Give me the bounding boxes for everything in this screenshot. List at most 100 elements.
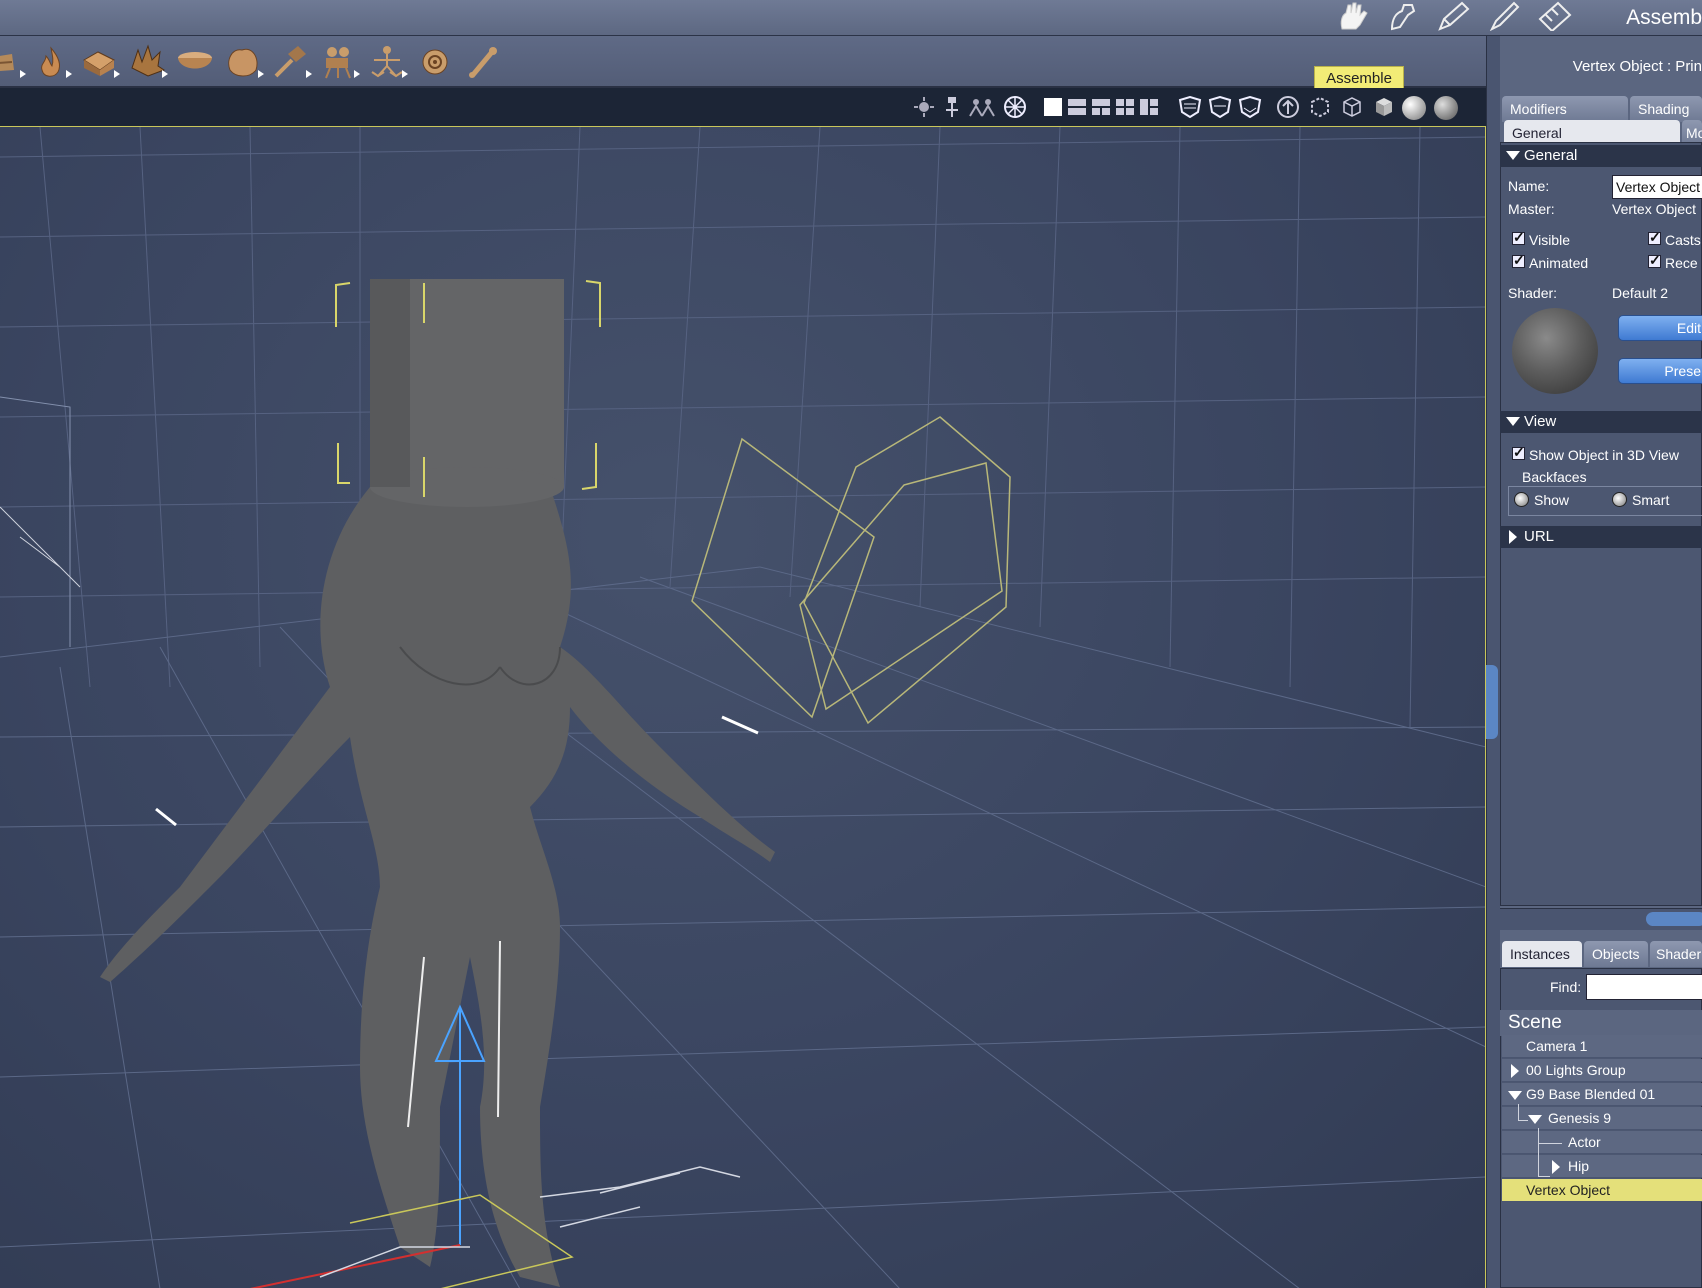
figure-icon[interactable] (368, 44, 408, 80)
tree-item-lights-group[interactable]: 00 Lights Group (1502, 1059, 1702, 1082)
show-in-3d-checkbox[interactable] (1512, 444, 1525, 461)
show-radio[interactable] (1514, 492, 1529, 507)
smooth-sphere-icon[interactable] (1402, 96, 1426, 120)
show-in-3d-label: Show Object in 3D View (1529, 447, 1679, 463)
tab-objects[interactable]: Objects (1584, 941, 1648, 967)
tree-item-camera[interactable]: Camera 1 (1502, 1035, 1702, 1058)
grid-toggle-icon[interactable] (1002, 96, 1028, 118)
url-section-header[interactable]: URL (1500, 526, 1702, 548)
name-field[interactable]: Vertex Object (1612, 175, 1702, 199)
pose-icon[interactable] (1386, 1, 1422, 31)
splitter-handle[interactable] (1486, 665, 1498, 739)
panel-splitter[interactable] (1486, 36, 1500, 1288)
expand-icon (1509, 530, 1517, 544)
tree-item-label: Hip (1568, 1158, 1590, 1174)
floor-grid (0, 566, 1485, 1288)
bbox-icon[interactable] (1308, 96, 1332, 118)
wire-cube-icon[interactable] (1340, 96, 1364, 118)
tree-item-label: Actor (1568, 1134, 1601, 1150)
tab-shaders[interactable]: Shader (1650, 941, 1702, 967)
edit-button[interactable]: Edit (1618, 315, 1702, 341)
room-bar: Assemb (0, 0, 1702, 36)
tree-item-label: 00 Lights Group (1526, 1062, 1626, 1078)
receives-label: Rece (1665, 255, 1698, 271)
master-label: Master: (1508, 201, 1555, 217)
partial-tool-icon[interactable] (0, 44, 26, 80)
layout-two-icon[interactable] (1068, 96, 1086, 118)
shield-1-icon[interactable] (1178, 96, 1202, 118)
layout-four-icon[interactable] (1116, 96, 1134, 118)
expand-icon[interactable] (1552, 1160, 1560, 1174)
tree-item-genesis-9[interactable]: Genesis 9 (1502, 1107, 1702, 1130)
wall-grid (0, 127, 1485, 728)
hand-icon[interactable] (1336, 1, 1372, 31)
tool-bar (0, 36, 1486, 88)
expand-icon[interactable] (1511, 1064, 1519, 1078)
texture-sphere-icon[interactable] (1434, 96, 1458, 120)
room-title[interactable]: Assemb (1626, 6, 1702, 30)
tab-modifiers[interactable]: Modifiers (1502, 96, 1628, 122)
3d-viewport[interactable] (0, 126, 1486, 1288)
scene-heading: Scene (1500, 1010, 1702, 1036)
tripod-icon[interactable] (942, 96, 962, 118)
bone-icon[interactable] (464, 44, 502, 80)
tree-item-g9-base[interactable]: G9 Base Blended 01 (1502, 1083, 1702, 1106)
explosion-icon[interactable] (128, 44, 168, 80)
pen-icon[interactable] (1436, 1, 1472, 31)
box-primitive-icon[interactable] (80, 44, 120, 80)
visible-label: Visible (1529, 232, 1570, 248)
tree-connector (1518, 1104, 1519, 1120)
receives-checkbox[interactable] (1648, 252, 1661, 269)
solid-cube-icon[interactable] (1372, 96, 1396, 118)
light-toggle-icon[interactable] (912, 96, 936, 118)
view-heading: View (1524, 413, 1557, 430)
room-icons (1336, 0, 1572, 32)
layout-three-icon[interactable] (1092, 96, 1110, 118)
tree-connector (1538, 1143, 1562, 1144)
tree-item-actor[interactable]: Actor (1502, 1131, 1702, 1154)
film-icon[interactable] (1536, 1, 1572, 31)
shader-preview[interactable] (1512, 308, 1598, 394)
tree-item-vertex-object[interactable]: Vertex Object (1502, 1179, 1702, 1202)
general-section-header[interactable]: General (1500, 145, 1702, 167)
layout-single-icon[interactable] (1044, 98, 1062, 116)
horizontal-splitter-handle[interactable] (1646, 912, 1702, 926)
animated-checkbox[interactable] (1512, 252, 1525, 269)
genesis-figure[interactable] (100, 487, 775, 1287)
arrow-up-icon[interactable] (1276, 96, 1300, 118)
show-label: Show (1534, 492, 1570, 508)
viewport-toolbar (0, 88, 1486, 126)
collapse-icon[interactable] (1508, 1091, 1522, 1100)
find-input[interactable] (1586, 974, 1702, 1000)
shield-3-icon[interactable] (1238, 96, 1262, 118)
camera-rig-icon[interactable] (320, 44, 360, 80)
tab-instances[interactable]: Instances (1502, 941, 1582, 967)
view-section-header[interactable]: View (1500, 411, 1702, 433)
scene-render[interactable] (0, 127, 1486, 1288)
layout-custom-icon[interactable] (1140, 96, 1158, 118)
visible-checkbox[interactable] (1512, 229, 1525, 246)
casts-checkbox[interactable] (1648, 229, 1661, 246)
figures-icon[interactable] (968, 96, 996, 118)
tree-item-hip[interactable]: Hip (1502, 1155, 1702, 1178)
backfaces-label: Backfaces (1520, 469, 1589, 485)
shader-value: Default 2 (1612, 285, 1669, 301)
tree-connector (1538, 1128, 1539, 1176)
vertex-object-cylinder[interactable] (370, 279, 564, 507)
url-heading: URL (1524, 528, 1555, 545)
tree-item-label: Vertex Object (1526, 1182, 1611, 1198)
target-icon[interactable] (416, 44, 454, 80)
smart-radio[interactable] (1612, 492, 1627, 507)
hammer-icon[interactable] (272, 44, 312, 80)
light-gizmo (691, 416, 1011, 725)
collapse-icon[interactable] (1528, 1115, 1542, 1124)
tree-item-label: G9 Base Blended 01 (1526, 1086, 1656, 1102)
rock-icon[interactable] (224, 44, 264, 80)
brush-icon[interactable] (1486, 1, 1522, 31)
bowl-icon[interactable] (176, 44, 214, 80)
tab-shading[interactable]: Shading (1630, 96, 1702, 122)
smart-label: Smart (1632, 492, 1670, 508)
presets-button[interactable]: Prese (1618, 358, 1702, 384)
shield-2-icon[interactable] (1208, 96, 1232, 118)
flame-icon[interactable] (32, 44, 72, 80)
